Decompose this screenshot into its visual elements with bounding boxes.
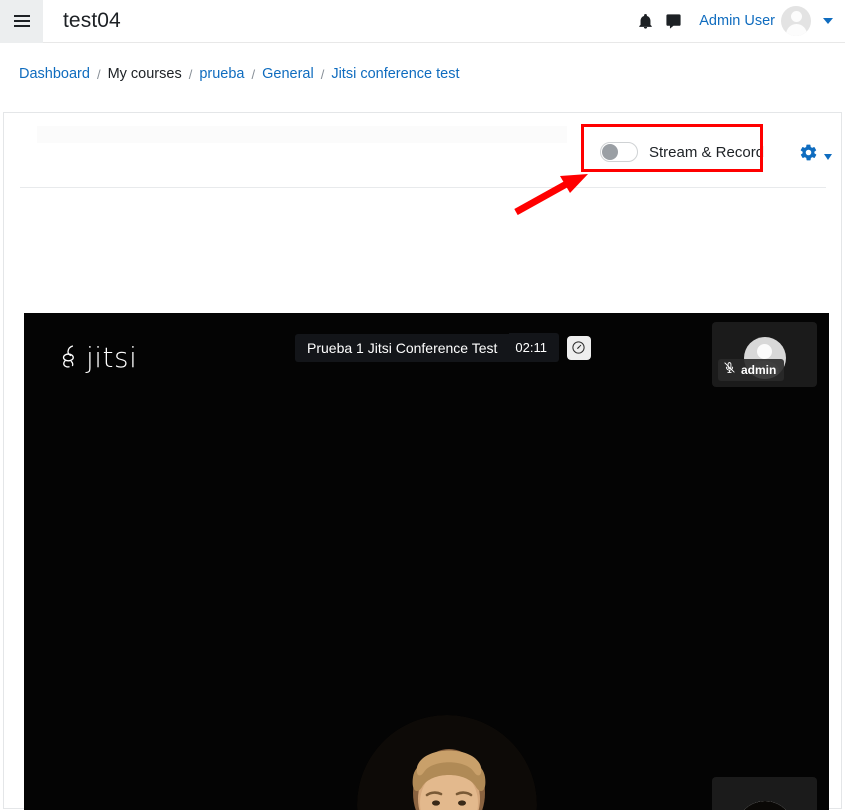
- activity-toolbar-row: Stream & Record: [4, 113, 841, 189]
- stream-record-label: Stream & Record: [649, 143, 765, 161]
- breadcrumb-separator: /: [96, 66, 101, 82]
- jitsi-logo: jitsi: [57, 341, 137, 374]
- avatar-head-shape: [790, 11, 802, 22]
- chat-bubble-icon[interactable]: [659, 7, 687, 35]
- user-name-link[interactable]: Admin User: [699, 13, 775, 29]
- top-navbar: test04 Admin User: [0, 0, 845, 43]
- avatar-body-shape: [785, 24, 807, 36]
- jitsi-logo-text: jitsi: [86, 341, 138, 374]
- avatar: [735, 801, 794, 810]
- bell-icon[interactable]: [631, 7, 659, 35]
- navbar-right-group: Admin User: [631, 6, 845, 36]
- breadcrumb-separator: /: [320, 66, 325, 82]
- activity-card: Stream & Record jitsi Prueba 1 Jitsi Con…: [3, 112, 842, 810]
- settings-menu-button[interactable]: [799, 143, 832, 167]
- participant-tile-s1[interactable]: s1: [712, 777, 817, 810]
- section-divider: [20, 187, 826, 188]
- breadcrumb-separator: /: [251, 66, 256, 82]
- jitsi-conference-frame[interactable]: jitsi Prueba 1 Jitsi Conference Test 02:…: [24, 313, 829, 810]
- breadcrumb-item-dashboard[interactable]: Dashboard: [19, 66, 90, 82]
- toggle-switch-track[interactable]: [600, 142, 638, 162]
- gear-icon: [799, 143, 818, 167]
- hamburger-icon: [13, 12, 30, 30]
- conference-subject[interactable]: Prueba 1 Jitsi Conference Test: [295, 333, 510, 362]
- toggle-switch-knob: [602, 144, 618, 160]
- participant-name: admin: [741, 363, 777, 377]
- breadcrumb-item-jitsi-conference-test[interactable]: Jitsi conference test: [331, 66, 459, 82]
- mic-muted-icon: [723, 361, 736, 379]
- participant-status-badge: admin: [718, 359, 785, 381]
- caret-down-icon[interactable]: [823, 18, 833, 24]
- speedometer-icon[interactable]: [566, 335, 591, 360]
- hamburger-menu-button[interactable]: [0, 0, 43, 43]
- caret-down-icon[interactable]: [824, 153, 832, 160]
- stage-avatar: [357, 715, 537, 810]
- stream-record-toggle[interactable]: Stream & Record: [600, 142, 764, 162]
- breadcrumb-item-my-courses[interactable]: My courses: [108, 66, 182, 82]
- breadcrumb-separator: /: [188, 66, 193, 82]
- avatar[interactable]: [781, 6, 811, 36]
- breadcrumb: Dashboard / My courses / prueba / Genera…: [0, 44, 845, 104]
- conference-timer: 02:11: [509, 333, 559, 362]
- photo-avatar: [357, 715, 537, 810]
- photo-avatar: [735, 801, 794, 810]
- avatar-head-shape: [756, 343, 773, 359]
- page-title: test04: [63, 9, 121, 32]
- conference-header: Prueba 1 Jitsi Conference Test 02:11: [295, 333, 591, 362]
- breadcrumb-item-general[interactable]: General: [262, 66, 314, 82]
- participant-tile-admin[interactable]: admin: [712, 322, 817, 387]
- breadcrumb-item-prueba[interactable]: prueba: [199, 66, 244, 82]
- placeholder-band: [37, 126, 567, 143]
